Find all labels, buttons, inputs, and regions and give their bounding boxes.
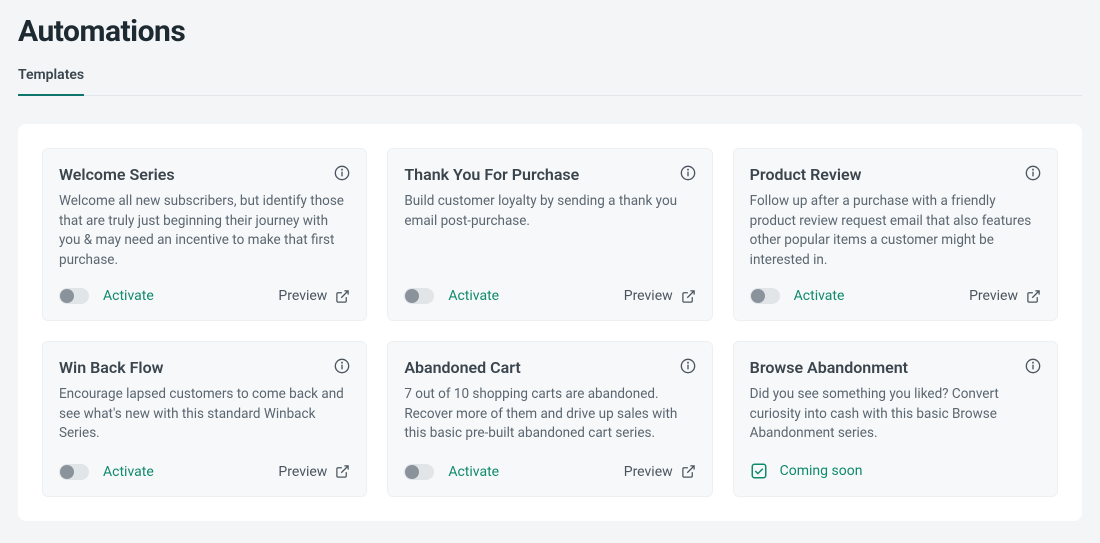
template-card: Browse Abandonment Did you see something… [733,341,1058,497]
preview-label: Preview [624,288,673,304]
info-icon[interactable] [680,358,696,374]
activate-link[interactable]: Activate [448,464,499,480]
template-title: Abandoned Cart [404,358,520,377]
template-description: Welcome all new subscribers, but identif… [59,192,350,270]
external-link-icon [681,289,696,304]
template-description: Follow up after a purchase with a friend… [750,192,1041,270]
external-link-icon [681,464,696,479]
preview-label: Preview [278,288,327,304]
preview-link[interactable]: Preview [969,288,1041,304]
check-icon [750,462,768,480]
template-title: Welcome Series [59,165,175,184]
preview-link[interactable]: Preview [278,288,350,304]
coming-soon-label: Coming soon [780,463,863,479]
template-description: Build customer loyalty by sending a than… [404,192,695,270]
templates-panel: Welcome Series Welcome all new subscribe… [18,124,1082,521]
preview-link[interactable]: Preview [624,464,696,480]
template-card: Welcome Series Welcome all new subscribe… [42,148,367,321]
external-link-icon [335,289,350,304]
template-card: Win Back Flow Encourage lapsed customers… [42,341,367,497]
template-card: Product Review Follow up after a purchas… [733,148,1058,321]
tabs: Templates [18,67,1082,96]
info-icon[interactable] [334,165,350,181]
info-icon[interactable] [334,358,350,374]
page-title: Automations [18,14,1082,49]
template-description: Encourage lapsed customers to come back … [59,385,350,446]
toggle-switch[interactable] [404,288,434,304]
preview-link[interactable]: Preview [624,288,696,304]
tab-templates[interactable]: Templates [18,67,84,95]
external-link-icon [1026,289,1041,304]
template-card: Thank You For Purchase Build customer lo… [387,148,712,321]
toggle-switch[interactable] [59,288,89,304]
preview-label: Preview [278,464,327,480]
template-title: Product Review [750,165,862,184]
info-icon[interactable] [680,165,696,181]
info-icon[interactable] [1025,165,1041,181]
activate-link[interactable]: Activate [794,288,845,304]
template-card: Abandoned Cart 7 out of 10 shopping cart… [387,341,712,497]
template-title: Browse Abandonment [750,358,908,377]
info-icon[interactable] [1025,358,1041,374]
template-title: Win Back Flow [59,358,163,377]
template-title: Thank You For Purchase [404,165,579,184]
activate-link[interactable]: Activate [448,288,499,304]
toggle-switch[interactable] [750,288,780,304]
preview-label: Preview [624,464,673,480]
toggle-switch[interactable] [404,464,434,480]
template-description: 7 out of 10 shopping carts are abandoned… [404,385,695,446]
toggle-switch[interactable] [59,464,89,480]
activate-link[interactable]: Activate [103,288,154,304]
preview-link[interactable]: Preview [278,464,350,480]
external-link-icon [335,464,350,479]
activate-link[interactable]: Activate [103,464,154,480]
template-grid: Welcome Series Welcome all new subscribe… [42,148,1058,497]
coming-soon-badge: Coming soon [750,462,863,480]
preview-label: Preview [969,288,1018,304]
template-description: Did you see something you liked? Convert… [750,385,1041,444]
